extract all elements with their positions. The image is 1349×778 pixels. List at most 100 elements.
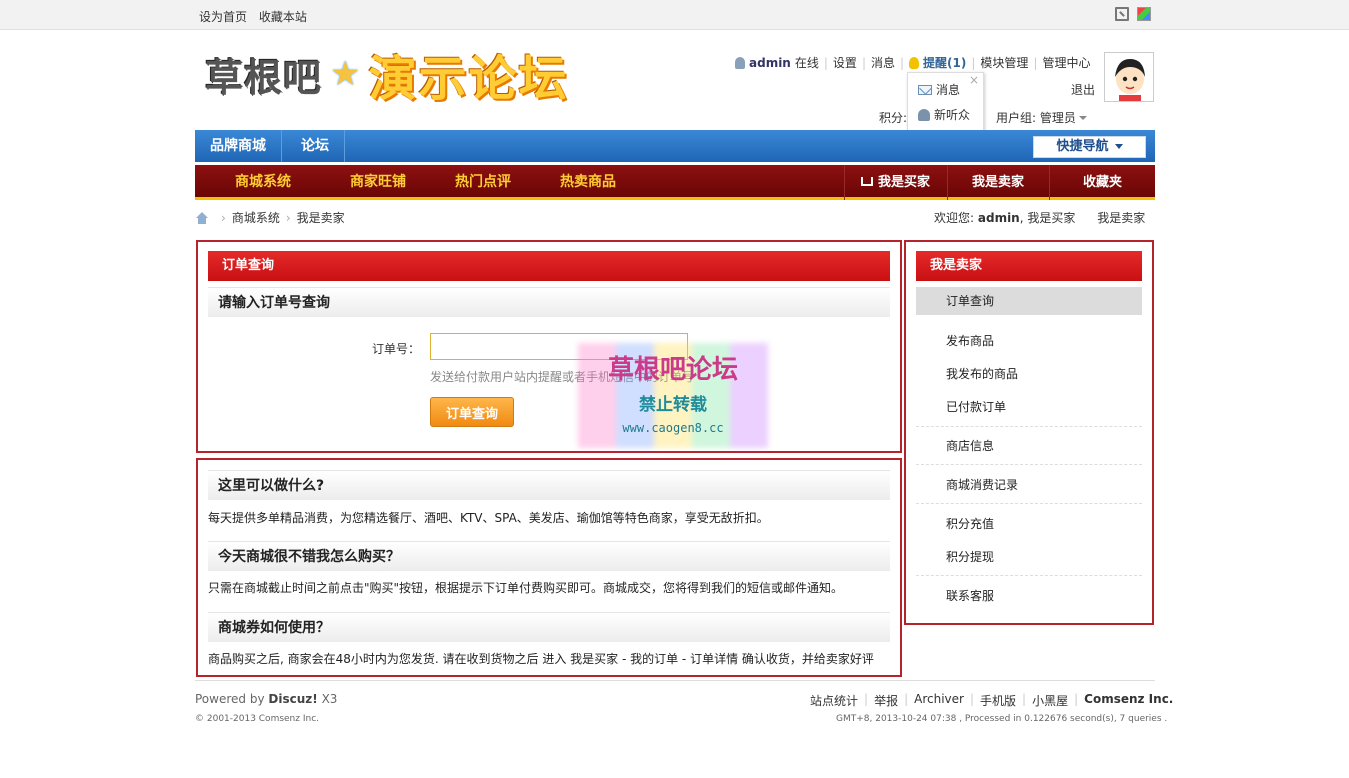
- color-theme-icon[interactable]: [1137, 7, 1151, 21]
- user-bar: admin 在线 | 设置 | 消息 | 提醒(1) | 模块管理 | 管理中心: [735, 54, 1091, 71]
- logout-link[interactable]: 退出: [1071, 81, 1095, 98]
- home-icon[interactable]: [195, 211, 209, 224]
- faq-answer-3: 商品购买之后, 商家会在48小时内为您发货. 请在收到货物之后 进入 我是买家 …: [208, 652, 874, 666]
- debug-info: GMT+8, 2013-10-24 07:38 , Processed in 0…: [836, 714, 1168, 724]
- order-number-hint: 发送给付款用户站内提醒或者手机短信中的订单号: [430, 370, 695, 384]
- username-link[interactable]: admin: [749, 56, 791, 70]
- nav-item-brand-mall[interactable]: 品牌商城: [195, 130, 282, 162]
- mall-nav-shops[interactable]: 商家旺铺: [350, 165, 406, 200]
- close-icon[interactable]: ×: [969, 73, 979, 87]
- quick-nav-label: 快捷导航: [1056, 139, 1109, 154]
- order-number-input[interactable]: [430, 333, 688, 360]
- faq-question-3: 商城券如何使用？: [208, 612, 890, 642]
- chevron-down-icon: [1078, 115, 1087, 120]
- bookmark-link[interactable]: 收藏本站: [259, 10, 307, 24]
- powered-version: X3: [321, 692, 338, 706]
- online-status: 在线: [794, 56, 819, 70]
- powered-by: Powered by Discuz! X3: [195, 692, 337, 706]
- order-number-label: 订单号：: [372, 342, 421, 356]
- welcome-role[interactable]: , 我是买家: [1020, 211, 1076, 225]
- block-manage-link[interactable]: 模块管理: [980, 54, 1028, 71]
- popup-item-message[interactable]: 消息: [918, 81, 960, 98]
- sidebar-title: 我是卖家: [916, 251, 1142, 281]
- welcome-text: 欢迎您: admin, 我是买家 我是卖家: [934, 209, 1145, 226]
- settings-link[interactable]: 设置: [833, 54, 857, 71]
- fullscreen-icon[interactable]: [1115, 7, 1129, 21]
- nav-item-forum[interactable]: 论坛: [286, 130, 345, 162]
- popup-item-label: 新听众: [934, 108, 971, 122]
- welcome-prefix: 欢迎您:: [934, 211, 975, 225]
- powered-prefix: Powered by: [195, 692, 265, 706]
- faq-answer-1: 每天提供多单精品消费，为您精选餐厅、酒吧、KTV、SPA、美发店、瑜伽馆等特色商…: [208, 511, 769, 525]
- notice-link[interactable]: 提醒(1): [923, 54, 966, 71]
- welcome-user: admin: [977, 211, 1020, 225]
- breadcrumb: › 商城系统 › 我是卖家: [195, 209, 345, 226]
- set-home-link[interactable]: 设为首页: [199, 10, 247, 24]
- welcome-seller-link[interactable]: 我是卖家: [1097, 211, 1145, 225]
- mall-nav-seller[interactable]: 我是卖家: [947, 165, 1048, 200]
- order-query-panel: 订单查询 请输入订单号查询 订单号： 发送给付款用户站内提醒或者手机短信中的订单…: [196, 240, 902, 453]
- order-query-title: 订单查询: [208, 251, 890, 281]
- sidebar-item-recharge[interactable]: 积分充值: [916, 510, 1142, 538]
- admin-center-link[interactable]: 管理中心: [1042, 54, 1090, 71]
- follower-icon: [918, 108, 930, 121]
- sidebar-divider: [916, 575, 1142, 576]
- logo-text-2: 演示论坛: [368, 51, 569, 107]
- mall-nav-hot[interactable]: 热卖商品: [560, 165, 616, 200]
- order-query-button[interactable]: 订单查询: [430, 397, 514, 427]
- faq-question-1: 这里可以做什么?: [208, 470, 890, 500]
- popup-item-label: 消息: [936, 83, 961, 97]
- mail-icon: [918, 84, 932, 95]
- avatar[interactable]: [1104, 52, 1154, 102]
- bulb-icon: [909, 56, 920, 69]
- sidebar-item-order-query[interactable]: 订单查询: [916, 287, 1142, 315]
- notice-popup: × 消息 新听众: [907, 72, 984, 132]
- user-group-label: 用户组: 管理员: [996, 111, 1076, 125]
- sidebar-item-paid-orders[interactable]: 已付款订单: [916, 393, 1142, 421]
- mall-nav: 商城系统 商家旺铺 热门点评 热卖商品 我是买家 我是卖家 收藏夹: [195, 165, 1155, 200]
- footer-link-stats[interactable]: 站点统计: [810, 692, 858, 709]
- sidebar-item-publish[interactable]: 发布商品: [916, 327, 1142, 355]
- sidebar-item-my-goods[interactable]: 我发布的商品: [916, 360, 1142, 388]
- mall-nav-reviews[interactable]: 热门点评: [455, 165, 511, 200]
- sidebar-divider: [916, 426, 1142, 427]
- sidebar-item-shop-info[interactable]: 商店信息: [916, 432, 1142, 460]
- avatar-face-icon: [1105, 53, 1153, 101]
- breadcrumb-current: 我是卖家: [296, 211, 345, 225]
- site-logo[interactable]: 草根吧 ★ 演示论坛: [205, 42, 695, 107]
- quick-nav-button[interactable]: 快捷导航: [1033, 136, 1146, 158]
- sidebar-divider: [916, 464, 1142, 465]
- mall-nav-buyer-label: 我是买家: [877, 175, 930, 190]
- order-query-subtitle: 请输入订单号查询: [208, 287, 890, 317]
- footer-link-report[interactable]: 举报: [874, 692, 898, 709]
- mall-nav-favorites[interactable]: 收藏夹: [1049, 165, 1155, 200]
- sidebar-divider: [916, 503, 1142, 504]
- sidebar-item-withdraw[interactable]: 积分提现: [916, 543, 1142, 571]
- footer-link-company[interactable]: Comsenz Inc.: [1084, 692, 1173, 709]
- top-icons: [1115, 7, 1151, 21]
- mall-nav-buyer[interactable]: 我是买家: [844, 165, 946, 200]
- faq-question-2: 今天商城很不错我怎么购买？: [208, 541, 890, 571]
- user-icon: [735, 56, 745, 69]
- sidebar-item-support[interactable]: 联系客服: [916, 582, 1142, 610]
- messages-link[interactable]: 消息: [871, 54, 895, 71]
- footer-link-archiver[interactable]: Archiver: [914, 692, 964, 709]
- popup-item-follower[interactable]: 新听众: [918, 106, 970, 123]
- powered-brand-link[interactable]: Discuz!: [268, 692, 317, 706]
- footer-divider: [195, 680, 1155, 681]
- sidebar-item-consume-log[interactable]: 商城消费记录: [916, 471, 1142, 499]
- user-group[interactable]: 用户组: 管理员: [996, 109, 1087, 126]
- footer-link-blacklist[interactable]: 小黑屋: [1032, 692, 1068, 709]
- logo-text-1: 草根吧: [205, 55, 323, 100]
- chevron-down-icon: [1114, 144, 1123, 149]
- faq-panel: 这里可以做什么? 每天提供多单精品消费，为您精选餐厅、酒吧、KTV、SPA、美发…: [196, 458, 902, 677]
- breadcrumb-item[interactable]: 商城系统: [232, 209, 280, 226]
- mall-nav-system[interactable]: 商城系统: [235, 165, 291, 200]
- copyright: © 2001-2013 Comsenz Inc.: [195, 714, 320, 724]
- seller-sidebar: 我是卖家 订单查询 发布商品 我发布的商品 已付款订单 商店信息 商城消费记录 …: [904, 240, 1154, 625]
- footer-link-mobile[interactable]: 手机版: [980, 692, 1016, 709]
- top-links: 设为首页 收藏本站: [199, 8, 315, 25]
- credit-line[interactable]: 积分:: [879, 109, 907, 126]
- top-toolbar: 设为首页 收藏本站: [0, 0, 1349, 30]
- footer-links: 站点统计 | 举报 | Archiver | 手机版 | 小黑屋 | Comse…: [810, 692, 1174, 709]
